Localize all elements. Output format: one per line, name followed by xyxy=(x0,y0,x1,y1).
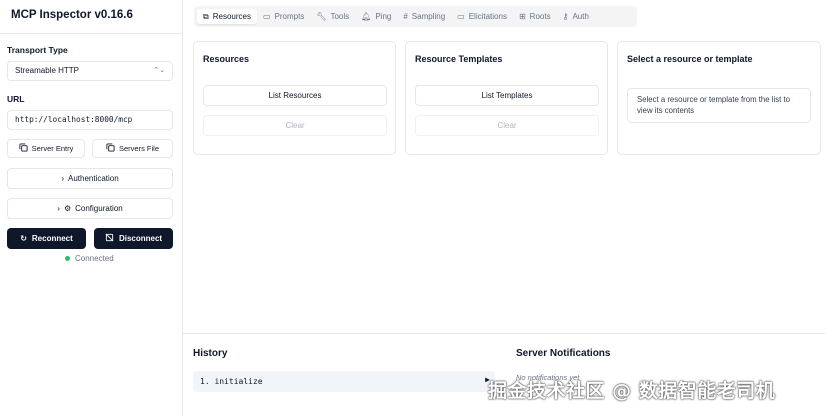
tab-prompts[interactable]: ▭ Prompts xyxy=(257,9,310,24)
authentication-toggle[interactable]: › Authentication xyxy=(7,168,173,189)
empty-selection-hint: Select a resource or template from the l… xyxy=(627,88,811,123)
copy-icon xyxy=(19,143,28,154)
status-dot-icon xyxy=(65,256,70,261)
list-templates-button[interactable]: List Templates xyxy=(415,85,599,106)
prompts-icon: ▭ xyxy=(262,11,271,21)
hash-icon: # xyxy=(403,11,408,21)
resource-templates-panel: Resource Templates List Templates Clear xyxy=(405,41,608,155)
reconnect-button[interactable]: ↻ Reconnect xyxy=(7,228,86,249)
tab-sampling[interactable]: # Sampling xyxy=(397,9,451,24)
app-title: MCP Inspector v0.16.6 xyxy=(11,9,133,21)
tab-label: Prompts xyxy=(274,12,305,21)
sidebar-divider xyxy=(0,33,183,34)
bottom-divider xyxy=(183,333,825,334)
clear-resources-button[interactable]: Clear xyxy=(203,115,387,136)
unplug-icon xyxy=(105,233,114,244)
configuration-toggle[interactable]: › ⚙ Configuration xyxy=(7,198,173,219)
message-icon: ▭ xyxy=(457,11,465,21)
url-input[interactable]: http://localhost:8000/mcp xyxy=(7,110,173,130)
history-item-text: 1. initialize xyxy=(200,377,263,386)
panel-title: Resource Templates xyxy=(415,54,503,64)
servers-file-label: Servers File xyxy=(118,144,159,153)
chevron-right-icon: › xyxy=(57,204,60,213)
configuration-label: Configuration xyxy=(75,204,123,213)
chevron-up-down-icon: ⌃⌄ xyxy=(153,67,165,74)
tab-label: Tools xyxy=(330,12,350,21)
transport-type-label: Transport Type xyxy=(7,45,68,55)
disconnect-label: Disconnect xyxy=(118,234,163,243)
status-text: Connected xyxy=(75,254,114,263)
servers-file-button[interactable]: Servers File xyxy=(92,139,173,158)
history-title: History xyxy=(193,348,228,359)
tab-resources[interactable]: ⧉ Resources xyxy=(197,9,257,24)
tab-elicitations[interactable]: ▭ Elicitations xyxy=(451,9,513,24)
tab-label: Ping xyxy=(375,12,392,21)
server-entry-button[interactable]: Server Entry xyxy=(7,139,85,158)
url-label: URL xyxy=(7,94,25,104)
history-item[interactable]: 1. initialize ▶ xyxy=(193,371,495,392)
tab-roots[interactable]: ⊞ Roots xyxy=(513,9,557,24)
server-notifications-title: Server Notifications xyxy=(516,348,611,359)
tab-ping[interactable]: 🔔︎ Ping xyxy=(355,9,397,24)
key-icon: ⚷ xyxy=(562,11,569,21)
list-resources-button[interactable]: List Resources xyxy=(203,85,387,106)
sidebar: MCP Inspector v0.16.6 Transport Type Str… xyxy=(0,0,183,416)
clear-templates-button[interactable]: Clear xyxy=(415,115,599,136)
chevron-right-icon: › xyxy=(61,174,64,183)
server-entry-label: Server Entry xyxy=(31,144,74,153)
reconnect-label: Reconnect xyxy=(31,234,73,243)
resources-panel: Resources List Resources Clear xyxy=(193,41,396,155)
transport-type-value: Streamable HTTP xyxy=(15,66,80,75)
gear-icon: ⚙ xyxy=(63,204,72,213)
transport-type-select[interactable]: Streamable HTTP ⌃⌄ xyxy=(7,61,173,81)
play-icon: ▶ xyxy=(485,375,490,384)
disconnect-button[interactable]: Disconnect xyxy=(94,228,173,249)
folder-tree-icon: ⊞ xyxy=(518,11,526,21)
copy-icon xyxy=(106,143,115,154)
bell-icon: 🔔︎ xyxy=(361,11,372,21)
tab-label: Sampling xyxy=(411,12,446,21)
tab-label: Elicitations xyxy=(468,12,507,21)
panel-title: Resources xyxy=(203,54,250,64)
tools-icon: 🔧︎ xyxy=(316,11,327,21)
tab-bar: ⧉ Resources ▭ Prompts 🔧︎ Tools 🔔︎ Ping #… xyxy=(194,6,637,27)
notifications-empty-text: No notifications yet xyxy=(516,373,580,382)
resources-icon: ⧉ xyxy=(203,11,209,21)
tab-tools[interactable]: 🔧︎ Tools xyxy=(310,9,355,24)
tab-label: Resources xyxy=(212,12,251,21)
panel-title: Select a resource or template xyxy=(627,54,753,64)
resource-detail-panel: Select a resource or template Select a r… xyxy=(617,41,821,155)
tab-label: Roots xyxy=(529,12,551,21)
refresh-icon: ↻ xyxy=(20,234,27,243)
connection-status: Connected xyxy=(65,254,114,263)
authentication-label: Authentication xyxy=(67,174,119,183)
tab-label: Auth xyxy=(572,12,589,21)
tab-auth[interactable]: ⚷ Auth xyxy=(557,9,595,24)
